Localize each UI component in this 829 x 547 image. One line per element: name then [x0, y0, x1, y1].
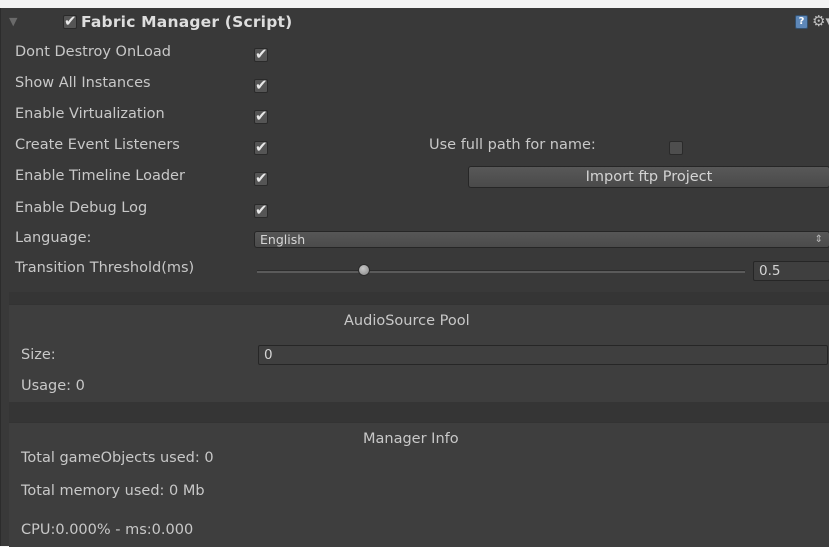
pool-size-label: Size:: [21, 347, 56, 363]
manager-info-heading: Manager Info: [363, 431, 459, 447]
audio-pool-heading: AudioSource Pool: [344, 313, 470, 329]
dont-destroy-label: Dont Destroy OnLoad: [15, 44, 171, 60]
virtualization-label: Enable Virtualization: [15, 106, 165, 122]
threshold-value-field[interactable]: 0.5: [753, 261, 829, 281]
component-enabled-checkbox[interactable]: ✔: [63, 12, 77, 30]
event-listeners-label: Create Event Listeners: [15, 137, 180, 153]
full-path-checkbox[interactable]: [669, 141, 683, 155]
component-header[interactable]: ▼ ✔ Fabric Manager (Script) ? ⚙▾: [1, 8, 829, 36]
inspector-panel: ▼ ✔ Fabric Manager (Script) ? ⚙▾ Dont De…: [0, 8, 829, 547]
show-all-checkbox[interactable]: ✔: [254, 76, 268, 94]
help-icon[interactable]: ?: [795, 15, 808, 29]
checkmark-icon: ✔: [255, 138, 268, 156]
virtualization-checkbox[interactable]: ✔: [254, 107, 268, 125]
show-all-label: Show All Instances: [15, 75, 151, 91]
pool-size-field[interactable]: 0: [258, 345, 828, 365]
checkmark-icon: ✔: [255, 107, 268, 125]
section-divider: [9, 292, 829, 304]
dont-destroy-checkbox[interactable]: ✔: [254, 45, 268, 63]
memory-text: Total memory used: 0 Mb: [21, 483, 205, 499]
timeline-loader-label: Enable Timeline Loader: [15, 168, 185, 184]
timeline-loader-checkbox[interactable]: ✔: [254, 169, 268, 187]
threshold-label: Transition Threshold(ms): [15, 260, 195, 276]
checkmark-icon: ✔: [255, 169, 268, 187]
debug-log-checkbox[interactable]: ✔: [254, 201, 268, 219]
import-ftp-button[interactable]: Import ftp Project: [468, 166, 829, 188]
threshold-slider-knob[interactable]: [358, 264, 371, 276]
game-objects-text: Total gameObjects used: 0: [21, 450, 214, 466]
language-value: English: [260, 232, 306, 247]
cpu-text: CPU:0.000% - ms:0.000: [21, 522, 194, 538]
checkmark-icon: ✔: [255, 45, 268, 63]
pool-usage-text: Usage: 0: [21, 378, 85, 394]
debug-log-label: Enable Debug Log: [15, 200, 148, 216]
full-path-label: Use full path for name:: [429, 137, 596, 153]
event-listeners-checkbox[interactable]: ✔: [254, 138, 268, 156]
component-title: Fabric Manager (Script): [81, 13, 293, 31]
checkmark-icon: ✔: [64, 12, 77, 30]
language-dropdown[interactable]: English ⇕: [254, 231, 829, 248]
dropdown-arrows-icon: ⇕: [814, 234, 823, 245]
threshold-slider-track[interactable]: [257, 270, 745, 273]
checkmark-icon: ✔: [255, 201, 268, 219]
foldout-arrow-icon[interactable]: ▼: [9, 15, 17, 28]
language-label: Language:: [15, 230, 92, 246]
gear-icon[interactable]: ⚙▾: [812, 12, 829, 30]
checkmark-icon: ✔: [255, 76, 268, 94]
section-divider: [9, 402, 829, 422]
